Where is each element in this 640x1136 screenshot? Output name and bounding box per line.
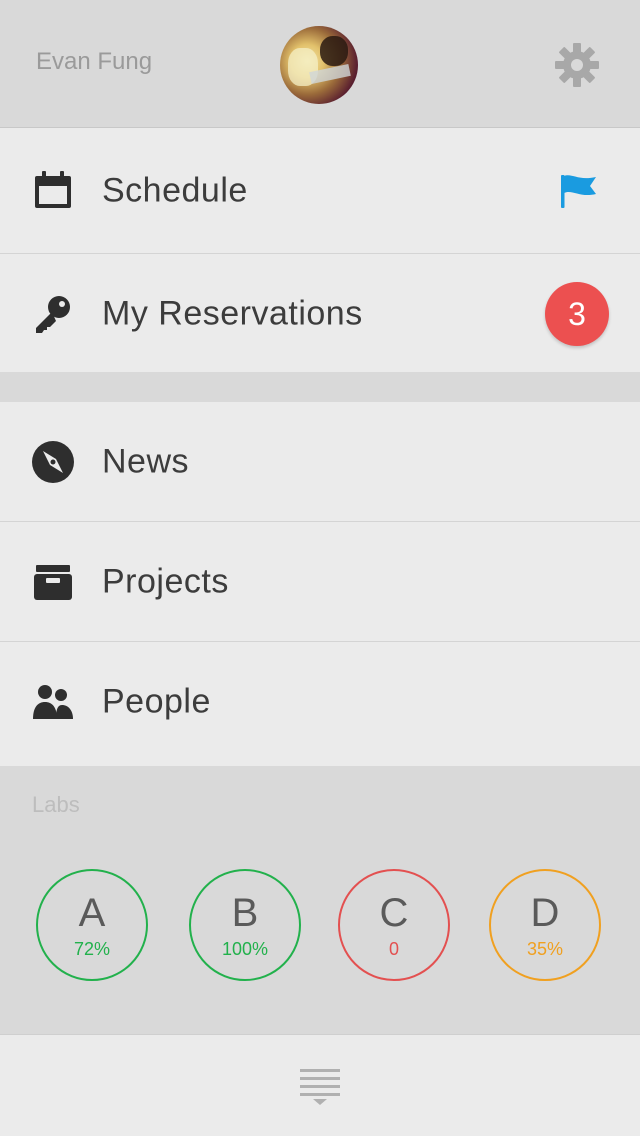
menu-item-label: News	[102, 442, 190, 480]
lab-letter: D	[530, 891, 560, 935]
menu-item-label: Projects	[102, 562, 229, 600]
menu-item-label: My Reservations	[102, 294, 363, 333]
gear-icon[interactable]	[554, 42, 600, 88]
lab-letter: B	[231, 891, 259, 935]
people-icon	[33, 685, 73, 719]
lab-value: 72%	[73, 939, 111, 959]
menu-item-label: Schedule	[102, 171, 248, 209]
menu-item-projects[interactable]: Projects	[0, 522, 640, 642]
navigation-drawer: Evan Fung Schedule My Reservations 3 New…	[0, 0, 640, 1136]
labs-title: Labs	[32, 792, 80, 817]
menu-item-my-reservations[interactable]: My Reservations 3	[0, 254, 640, 374]
avatar[interactable]	[280, 26, 358, 104]
primary-menu: Schedule My Reservations 3	[0, 128, 640, 372]
key-icon	[36, 296, 70, 333]
lab-letter: A	[78, 891, 106, 935]
menu-item-schedule[interactable]: Schedule	[0, 128, 640, 254]
menu-item-news[interactable]: News	[0, 402, 640, 522]
archive-box-icon	[34, 564, 72, 600]
flag-icon[interactable]	[558, 173, 598, 209]
list-toggle-icon[interactable]	[300, 1069, 340, 1109]
menu-item-label: People	[102, 682, 211, 721]
lab-b-status[interactable]: B 100%	[189, 869, 301, 981]
user-name: Evan Fung	[36, 48, 153, 75]
secondary-menu: News Projects People	[0, 402, 640, 766]
lab-value: 100%	[221, 939, 269, 959]
labs-section: Labs A 72% B 100% C 0 D 35%	[0, 766, 640, 1034]
compass-icon	[32, 440, 74, 483]
reservations-count-badge: 3	[545, 282, 609, 346]
lab-letter: C	[379, 891, 409, 935]
lab-value: 35%	[526, 939, 564, 959]
lab-value: 0	[388, 939, 399, 959]
bottom-bar	[0, 1034, 640, 1136]
profile-header: Evan Fung	[0, 0, 640, 128]
lab-c-status[interactable]: C 0	[338, 869, 450, 981]
lab-a-status[interactable]: A 72%	[36, 869, 148, 981]
lab-d-status[interactable]: D 35%	[489, 869, 601, 981]
menu-item-people[interactable]: People	[0, 642, 640, 762]
calendar-icon	[35, 170, 71, 208]
